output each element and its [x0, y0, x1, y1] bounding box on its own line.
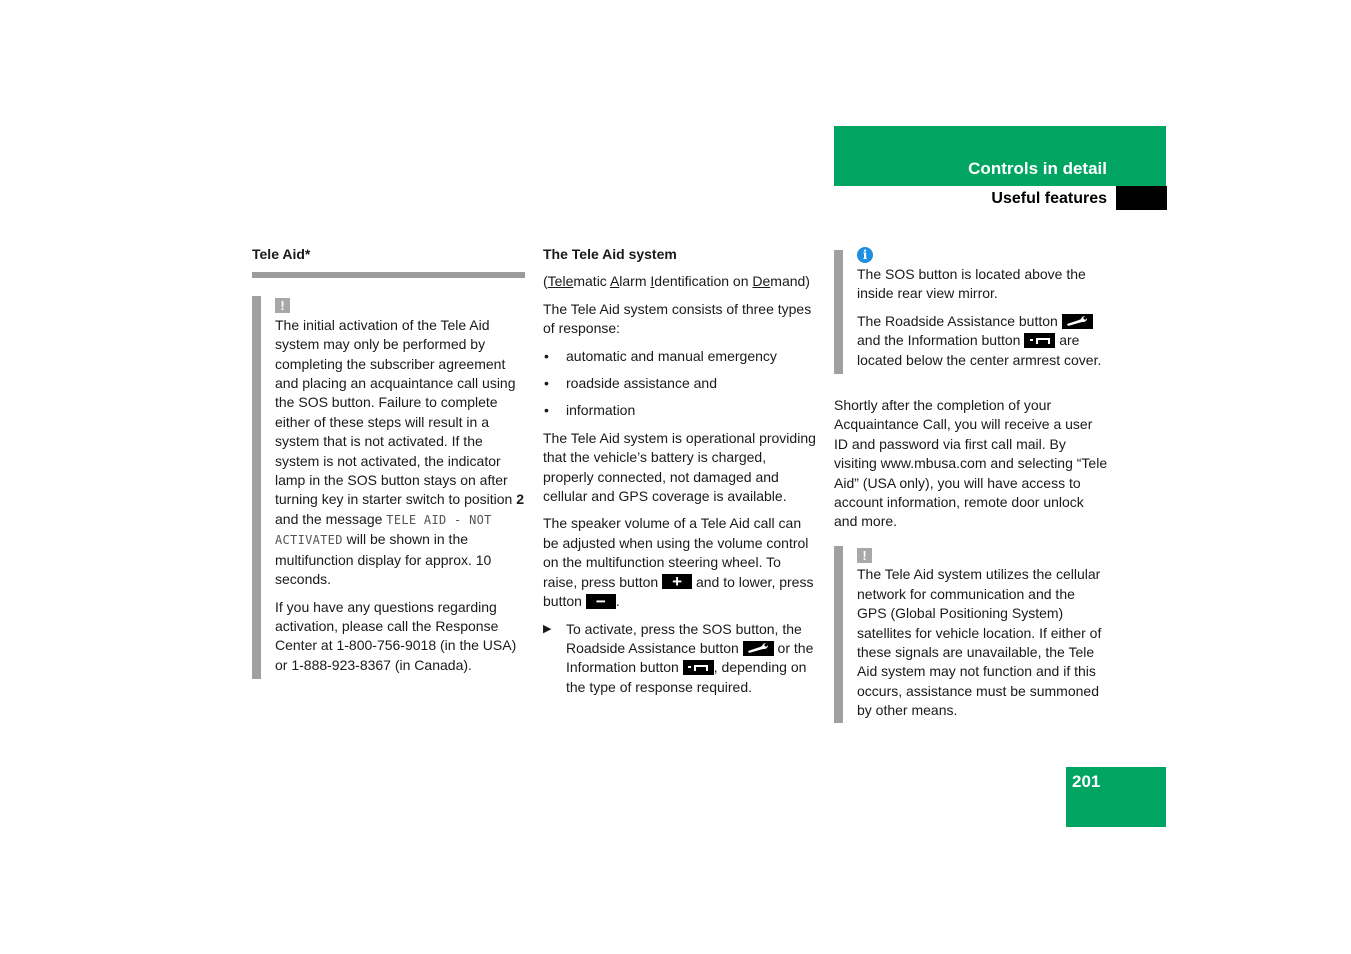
text: matic — [573, 273, 610, 290]
acronym-letter: Tele — [547, 273, 574, 290]
text: The initial activation of the Tele Aid s… — [275, 316, 517, 508]
section-heading: Tele Aid* — [252, 246, 311, 262]
warning-note: ! The initial activation of the Tele Aid… — [252, 296, 525, 680]
list-item: information — [543, 401, 817, 421]
text: and the message — [275, 510, 387, 527]
column-tele-aid-system: The Tele Aid system (Telematic Alarm Ide… — [543, 245, 817, 697]
column-notes: i The SOS button is located above the in… — [834, 245, 1108, 723]
intro-paragraph: The Tele Aid system consists of three ty… — [543, 300, 812, 337]
warning-paragraph: The initial activation of the Tele Aid s… — [275, 316, 525, 590]
warning-icon: ! — [857, 547, 872, 563]
chapter-title: Controls in detail — [968, 159, 1107, 178]
position-number: 2 — [516, 491, 525, 508]
account-paragraph: Shortly after the completion of your Acq… — [834, 397, 1108, 530]
text: dentification on — [654, 273, 753, 290]
column-tele-aid: Tele Aid* ! The initial activation of th… — [252, 245, 525, 680]
note-side-bar — [834, 545, 843, 723]
list-item: roadside assistance and — [543, 374, 817, 394]
plus-button-icon: + — [662, 573, 693, 590]
wrench-icon — [1061, 313, 1093, 329]
instruction-step: ▶ To activate, press the SOS button, the… — [543, 620, 817, 698]
information-button-icon — [1024, 333, 1056, 349]
wrench-icon — [742, 640, 774, 656]
warning-note: ! The Tele Aid system utilizes the cellu… — [834, 545, 1108, 723]
section-subtitle: Useful features — [991, 190, 1107, 207]
note-side-bar — [834, 250, 843, 375]
warning-contact-paragraph: If you have any questions regarding acti… — [275, 598, 517, 673]
list-item: automatic and manual emergency — [543, 347, 817, 367]
step-arrow-icon: ▶ — [543, 622, 552, 635]
page-number: 201 — [1072, 772, 1101, 791]
text: . — [615, 593, 620, 610]
info-paragraph: The SOS button is located above the insi… — [857, 266, 1086, 302]
information-button-icon — [682, 660, 714, 676]
info-note: i The SOS button is located above the in… — [834, 245, 1108, 375]
response-types-list: automatic and manual emergency roadside … — [543, 347, 817, 422]
warning-paragraph: The Tele Aid system utilizes the cellula… — [857, 566, 1102, 719]
acronym-letter: De — [752, 273, 771, 290]
acronym-letter: A — [609, 273, 620, 290]
operational-paragraph: The Tele Aid system is operational provi… — [543, 429, 816, 505]
info-paragraph: The Roadside Assistance button and the I… — [857, 312, 1108, 370]
section-heading: The Tele Aid system — [543, 246, 677, 262]
info-icon: i — [857, 247, 873, 263]
section-marker-tab — [1116, 186, 1167, 210]
warning-icon: ! — [275, 298, 290, 314]
acronym-expansion: (Telematic Alarm Identification on Deman… — [543, 272, 817, 291]
text: larm — [619, 273, 651, 290]
text: The Roadside Assistance button — [857, 312, 1062, 329]
text: mand) — [770, 273, 810, 290]
text: and the Information button — [857, 332, 1025, 349]
minus-button-icon: − — [585, 593, 616, 610]
note-side-bar — [252, 296, 261, 680]
volume-paragraph: The speaker volume of a Tele Aid call ca… — [543, 514, 817, 611]
heading-rule — [252, 272, 525, 279]
